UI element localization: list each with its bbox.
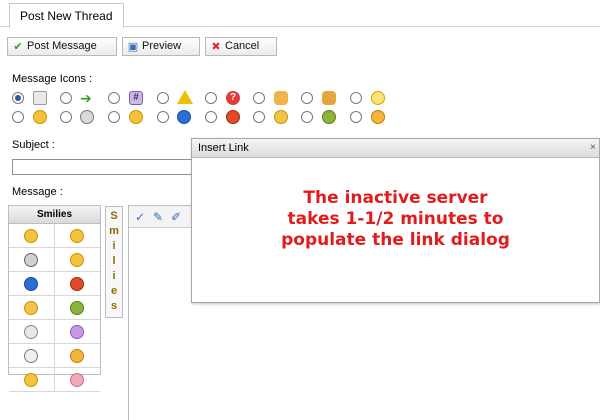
- insert-link-dialog: Insert Link × The inactive server takes …: [191, 138, 600, 303]
- smilie-cell[interactable]: [9, 224, 55, 248]
- message-icon-radio-cool[interactable]: [60, 111, 72, 123]
- question-icon: ?: [226, 91, 240, 105]
- message-icon-radio-lightbulb[interactable]: [350, 92, 362, 104]
- angry-icon: [70, 276, 85, 291]
- dialog-message-line: populate the link dialog: [281, 230, 510, 250]
- hash-icon: #: [129, 91, 143, 105]
- dialog-title: Insert Link: [198, 142, 249, 154]
- confused-icon: [274, 110, 288, 124]
- dialog-message: The inactive server takes 1-1/2 minutes …: [192, 188, 599, 251]
- dialog-body: The inactive server takes 1-1/2 minutes …: [192, 158, 599, 302]
- smile-icon: [33, 110, 47, 124]
- message-icon-radio-arrow[interactable]: [60, 92, 72, 104]
- subject-label: Subject :: [12, 139, 55, 151]
- dialog-titlebar[interactable]: Insert Link ×: [192, 139, 599, 158]
- smilie-cell[interactable]: [9, 248, 55, 272]
- smilie-cell[interactable]: [54, 368, 100, 392]
- smilie-cell[interactable]: [9, 320, 55, 344]
- cancel-button[interactable]: ✖ Cancel: [205, 37, 277, 56]
- eyes-icon: [24, 348, 39, 363]
- arrow-right-icon: ➔: [80, 90, 92, 106]
- smilies-vertical-tab[interactable]: Smilies: [105, 206, 123, 318]
- message-icon-radio-none[interactable]: [12, 92, 24, 104]
- message-icon-radio-confused[interactable]: [253, 111, 265, 123]
- smilies-panel: Smilies: [8, 205, 101, 392]
- angry-icon: [226, 110, 240, 124]
- cancel-x-icon: ✖: [211, 40, 221, 53]
- tab-post-new-thread[interactable]: Post New Thread: [9, 3, 124, 28]
- smilie-cell[interactable]: [54, 248, 100, 272]
- sick-icon: [70, 300, 85, 315]
- message-icon-radio-thumbsdown[interactable]: [301, 92, 313, 104]
- message-icon-radio-hash[interactable]: [108, 92, 120, 104]
- laugh-icon: [70, 348, 85, 363]
- spellcheck-icon[interactable]: ✓: [133, 210, 147, 224]
- message-icon-radio-grin[interactable]: [350, 111, 362, 123]
- sick-icon: [322, 110, 336, 124]
- document-icon: [33, 91, 47, 105]
- smilies-vertical-label: Smilies: [109, 210, 119, 312]
- cancel-label: Cancel: [225, 40, 260, 52]
- edit-icon[interactable]: ✐: [169, 210, 183, 224]
- smilie-cell[interactable]: [9, 272, 55, 296]
- smilie-cell[interactable]: [9, 344, 55, 368]
- message-icon-radio-blue[interactable]: [157, 111, 169, 123]
- smilie-cell[interactable]: [9, 368, 55, 392]
- blush-icon: [70, 372, 85, 387]
- smilie-cell[interactable]: [54, 224, 100, 248]
- skull-icon: [24, 324, 39, 339]
- close-icon[interactable]: ×: [590, 139, 598, 157]
- post-message-label: Post Message: [27, 40, 97, 52]
- message-icon-radio-thumbsup[interactable]: [253, 92, 265, 104]
- blue-face-icon: [24, 276, 39, 291]
- message-icons-label: Message Icons :: [12, 73, 93, 85]
- message-icon-radio-smile[interactable]: [12, 111, 24, 123]
- glasses-icon: [24, 372, 39, 387]
- cool-icon: [24, 252, 39, 267]
- smilies-header: Smilies: [9, 206, 100, 224]
- blue-face-icon: [177, 110, 191, 124]
- smilie-cell[interactable]: [54, 296, 100, 320]
- dialog-message-line: takes 1-1/2 minutes to: [287, 209, 504, 229]
- smilie-cell[interactable]: [54, 344, 100, 368]
- grin-icon: [371, 110, 385, 124]
- checkmark-icon: ✔: [13, 40, 23, 53]
- thumbs-down-icon: [322, 91, 336, 105]
- purple-face-icon: [70, 324, 85, 339]
- smilie-cell[interactable]: [9, 296, 55, 320]
- thumbs-up-icon: [274, 91, 288, 105]
- warning-icon: [177, 90, 193, 104]
- message-icon-radio-question[interactable]: [205, 92, 217, 104]
- cool-icon: [80, 110, 94, 124]
- preview-icon: ▣: [127, 40, 139, 53]
- preview-button[interactable]: ▣ Preview: [122, 37, 200, 56]
- message-icon-radio-wink[interactable]: [108, 111, 120, 123]
- lightbulb-icon: [371, 91, 385, 105]
- wink-icon: [129, 110, 143, 124]
- smile-icon: [24, 228, 39, 243]
- message-icon-radio-angry[interactable]: [205, 111, 217, 123]
- message-icon-radio-sick[interactable]: [301, 111, 313, 123]
- wink-icon: [70, 252, 85, 267]
- dialog-message-line: The inactive server: [303, 188, 488, 208]
- confused-icon: [24, 300, 39, 315]
- format-icon[interactable]: ✎: [151, 210, 165, 224]
- smilie-cell[interactable]: [54, 320, 100, 344]
- smilie-cell[interactable]: [54, 272, 100, 296]
- grin-icon: [70, 228, 85, 243]
- message-icon-radio-warning[interactable]: [157, 92, 169, 104]
- tab-strip: Post New Thread: [0, 0, 600, 28]
- subject-input[interactable]: [12, 159, 212, 175]
- message-label: Message :: [12, 186, 63, 198]
- preview-label: Preview: [142, 40, 182, 52]
- post-message-button[interactable]: ✔ Post Message: [7, 37, 117, 56]
